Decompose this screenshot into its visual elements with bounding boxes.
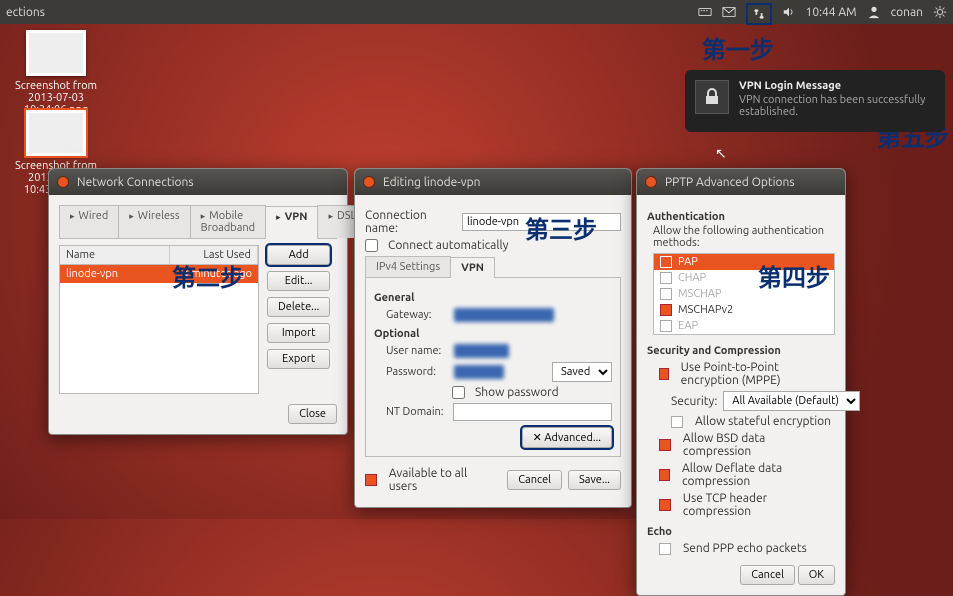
- close-icon[interactable]: [57, 176, 69, 188]
- username-label: User name:: [386, 345, 448, 357]
- network-connections-window: Network Connections Wired Wireless Mobil…: [48, 168, 348, 435]
- win2-title: Editing linode-vpn: [383, 176, 480, 189]
- tab-wired[interactable]: Wired: [59, 205, 119, 238]
- conn-name-label: Connection name:: [365, 209, 456, 235]
- close-icon[interactable]: [363, 176, 375, 188]
- mppe-label: Use Point-to-Point encryption (MPPE): [681, 361, 835, 387]
- add-button[interactable]: Add: [267, 245, 330, 265]
- delete-button[interactable]: Delete...: [267, 297, 330, 317]
- auth-label: Allow the following authentication metho…: [653, 225, 835, 249]
- auth-heading: Authentication: [647, 211, 835, 223]
- tcp-label: Use TCP header compression: [683, 492, 835, 518]
- show-password-checkbox[interactable]: [452, 386, 465, 399]
- auto-connect-label: Connect automatically: [388, 239, 508, 252]
- stateful-label: Allow stateful encryption: [695, 415, 831, 428]
- desktop-icon-1[interactable]: Screenshot from 2013-07-03 10:34:06.png: [6, 30, 106, 116]
- ppp-echo-checkbox[interactable]: [659, 543, 671, 555]
- import-button[interactable]: Import: [267, 323, 330, 343]
- stateful-checkbox[interactable]: [671, 416, 683, 428]
- conn-type-tabs: Wired Wireless Mobile Broadband VPN DSL: [59, 205, 337, 239]
- bsd-checkbox[interactable]: [659, 439, 671, 451]
- ppp-echo-label: Send PPP echo packets: [683, 542, 807, 555]
- avail-label: Available to all users: [389, 467, 496, 493]
- security-select[interactable]: All Available (Default): [723, 391, 860, 411]
- tab-vpn[interactable]: VPN: [265, 206, 318, 239]
- password-label: Password:: [386, 366, 448, 378]
- step-4-label: 第四步: [758, 258, 830, 293]
- auto-connect-checkbox[interactable]: [365, 239, 378, 252]
- step-3-label: 第三步: [525, 210, 597, 245]
- gear-icon[interactable]: [933, 5, 947, 19]
- user-name[interactable]: conan: [891, 6, 923, 19]
- lock-icon: [695, 80, 729, 114]
- tab-mobile[interactable]: Mobile Broadband: [190, 205, 266, 238]
- optional-heading: Optional: [374, 328, 612, 340]
- network-icon[interactable]: [746, 3, 772, 25]
- tab-wireless[interactable]: Wireless: [118, 205, 190, 238]
- security-label: Security:: [671, 395, 717, 408]
- step-1-label: 第一步: [702, 30, 774, 65]
- save-button[interactable]: Save...: [568, 470, 621, 490]
- ntdomain-input[interactable]: [453, 403, 612, 421]
- ok-button[interactable]: OK: [798, 565, 835, 585]
- bsd-label: Allow BSD data compression: [683, 432, 835, 458]
- win1-title: Network Connections: [77, 176, 194, 189]
- tab-ipv4[interactable]: IPv4 Settings: [365, 256, 451, 277]
- col-name[interactable]: Name: [60, 246, 170, 264]
- tcp-checkbox[interactable]: [659, 499, 671, 511]
- pptp-advanced-window: PPTP Advanced Options Authentication All…: [636, 168, 846, 596]
- avail-checkbox[interactable]: [365, 474, 377, 486]
- advanced-button[interactable]: ✕ Advanced...: [522, 427, 612, 448]
- cancel-button[interactable]: Cancel: [740, 565, 795, 585]
- edit-button[interactable]: Edit...: [267, 271, 330, 291]
- ntdomain-label: NT Domain:: [386, 406, 447, 418]
- gateway-label: Gateway:: [386, 309, 448, 321]
- win3-title: PPTP Advanced Options: [665, 176, 795, 189]
- close-button[interactable]: Close: [288, 404, 337, 424]
- cancel-button[interactable]: Cancel: [507, 470, 562, 490]
- auth-mschapv2[interactable]: MSCHAPv2: [654, 302, 834, 318]
- cursor-icon: ↖: [715, 145, 727, 162]
- clock[interactable]: 10:44 AM: [806, 6, 857, 19]
- tab-vpn-settings[interactable]: VPN: [450, 257, 495, 278]
- auth-eap[interactable]: EAP: [654, 318, 834, 334]
- password-storage-select[interactable]: Saved: [552, 362, 612, 382]
- general-heading: General: [374, 292, 612, 304]
- mail-icon[interactable]: [722, 5, 736, 19]
- sec-heading: Security and Compression: [647, 345, 835, 357]
- password-input[interactable]: [454, 365, 504, 379]
- echo-heading: Echo: [647, 526, 835, 538]
- row-name: linode-vpn: [60, 265, 170, 283]
- step-2-label: 第二步: [172, 258, 244, 293]
- user-icon: [867, 5, 881, 19]
- export-button[interactable]: Export: [267, 349, 330, 369]
- gateway-input[interactable]: [454, 308, 554, 322]
- notification: VPN Login Message VPN connection has bee…: [685, 70, 945, 132]
- notification-msg: VPN connection has been successfully est…: [739, 94, 933, 118]
- deflate-label: Allow Deflate data compression: [682, 462, 835, 488]
- show-password-label: Show password: [475, 386, 559, 399]
- mppe-checkbox[interactable]: [659, 368, 669, 380]
- notification-title: VPN Login Message: [739, 80, 933, 92]
- close-icon[interactable]: [645, 176, 657, 188]
- volume-icon[interactable]: [782, 5, 796, 19]
- username-input[interactable]: [454, 344, 509, 358]
- app-menu-title: ections: [6, 6, 45, 19]
- keyboard-icon[interactable]: [698, 5, 712, 19]
- top-panel: ections 10:44 AM conan: [0, 0, 953, 24]
- deflate-checkbox[interactable]: [659, 469, 670, 481]
